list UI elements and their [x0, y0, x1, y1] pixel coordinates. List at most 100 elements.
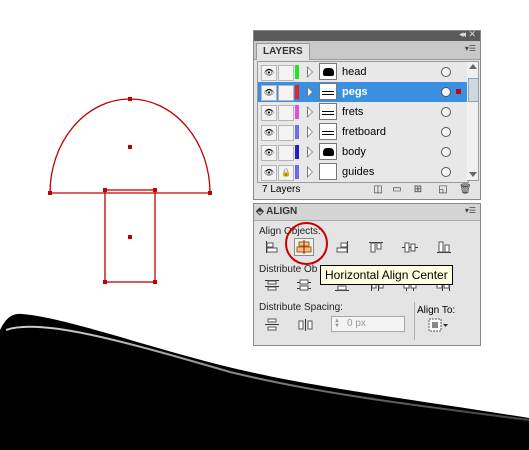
- selection-indicator[interactable]: [456, 89, 461, 94]
- visibility-eye-icon[interactable]: 👁: [261, 105, 277, 121]
- lock-toggle-icon[interactable]: [278, 65, 294, 81]
- layer-list: 👁 head 👁 pegs 👁 frets 👁 fretboard 👁 body 👁 🔒 guides: [257, 61, 469, 183]
- scroll-down-icon[interactable]: [469, 172, 477, 177]
- target-circle-icon[interactable]: [441, 167, 451, 177]
- vertical-distribute-center-button[interactable]: [294, 276, 314, 294]
- visibility-eye-icon[interactable]: 👁: [261, 125, 277, 141]
- distribute-spacing-label: Distribute Spacing:: [259, 302, 343, 313]
- panel-grip[interactable]: ◂◂ ✕: [254, 29, 480, 41]
- lock-toggle-icon[interactable]: 🔒: [278, 165, 294, 181]
- layer-name: fretboard: [342, 126, 387, 138]
- layer-thumbnail: [319, 83, 337, 100]
- new-sublayer-icon[interactable]: ⊞: [412, 184, 424, 196]
- visibility-eye-icon[interactable]: 👁: [261, 85, 277, 101]
- target-circle-icon[interactable]: [441, 107, 451, 117]
- layer-row-guides[interactable]: 👁 🔒 guides: [258, 162, 468, 182]
- layers-panel: ◂◂ ✕ LAYERS ▾☰ 👁 head 👁 pegs 👁 frets 👁 fretboar…: [253, 29, 481, 200]
- vertical-distribute-space-button[interactable]: [262, 316, 282, 334]
- vertical-align-center-button[interactable]: [400, 238, 420, 256]
- scroll-up-icon[interactable]: [469, 64, 477, 69]
- expand-triangle-icon[interactable]: [307, 166, 313, 178]
- layer-color-chip: [295, 85, 299, 99]
- tab-align[interactable]: ⬘ ALIGN: [256, 205, 297, 219]
- scroll-thumb[interactable]: [468, 78, 479, 102]
- highlight-ring: [285, 222, 328, 265]
- expand-triangle-icon[interactable]: [307, 146, 313, 158]
- horizontal-space-icon: [298, 319, 313, 331]
- distribute-middle-icon: [297, 279, 311, 291]
- clipping-mask-icon[interactable]: ▭: [391, 184, 403, 196]
- expand-triangle-icon[interactable]: [307, 86, 313, 98]
- vertical-space-icon: [265, 318, 279, 331]
- spacing-input[interactable]: ▲ ▼ 0 px: [331, 316, 405, 332]
- lock-toggle-icon[interactable]: [278, 125, 294, 141]
- distribute-top-icon: [265, 280, 279, 291]
- layer-color-chip: [295, 145, 299, 159]
- align-tabbar: ⬘ ALIGN ▾☰: [254, 204, 480, 221]
- expand-triangle-icon[interactable]: [307, 66, 313, 78]
- spinner-arrows-icon[interactable]: ▲ ▼: [334, 318, 342, 329]
- target-circle-icon[interactable]: [441, 87, 451, 97]
- layer-color-chip: [295, 105, 299, 119]
- layer-name: pegs: [342, 86, 368, 98]
- horizontal-align-right-button[interactable]: [332, 238, 352, 256]
- align-to-selection-icon: [428, 318, 448, 332]
- layer-thumbnail: [319, 163, 337, 180]
- layer-color-chip: [295, 165, 299, 179]
- trash-icon[interactable]: 🗑: [459, 184, 472, 196]
- vertical-align-top-button[interactable]: [366, 238, 386, 256]
- lock-toggle-icon[interactable]: [278, 145, 294, 161]
- align-bottom-icon: [437, 241, 451, 253]
- panel-menu-icon[interactable]: ▾☰: [465, 44, 476, 53]
- layer-thumbnail: [319, 123, 337, 140]
- layer-row-fretboard[interactable]: 👁 fretboard: [258, 122, 468, 143]
- layer-count: 7 Layers: [262, 184, 301, 195]
- align-middle-icon: [402, 242, 418, 253]
- layers-scrollbar[interactable]: [467, 61, 479, 181]
- align-menu-icon[interactable]: ▾☰: [465, 206, 476, 215]
- new-layer-icon[interactable]: ◱: [437, 184, 449, 196]
- align-to-dropdown[interactable]: [428, 318, 450, 334]
- spacing-value: 0 px: [347, 318, 366, 329]
- layer-row-frets[interactable]: 👁 frets: [258, 102, 468, 123]
- tab-align-label: ALIGN: [266, 206, 298, 217]
- align-left-icon: [266, 241, 278, 253]
- expand-triangle-icon[interactable]: [307, 106, 313, 118]
- layers-footer: 7 Layers ◫ ▭ ⊞ ◱ 🗑: [254, 183, 480, 199]
- distribute-objects-label: Distribute Ob: [259, 264, 318, 275]
- layer-row-head[interactable]: 👁 head: [258, 62, 468, 83]
- layer-color-chip: [295, 65, 299, 79]
- layer-thumbnail: [319, 143, 337, 160]
- horizontal-align-left-button[interactable]: [262, 238, 282, 256]
- align-to-label: Align To:: [417, 305, 456, 316]
- vertical-distribute-top-button[interactable]: [262, 276, 282, 294]
- layer-thumbnail: [319, 63, 337, 80]
- visibility-eye-icon[interactable]: 👁: [261, 165, 277, 181]
- divider: [414, 302, 415, 340]
- visibility-eye-icon[interactable]: 👁: [261, 145, 277, 161]
- target-circle-icon[interactable]: [441, 147, 451, 157]
- expand-triangle-icon[interactable]: [307, 126, 313, 138]
- horizontal-distribute-space-button[interactable]: [296, 316, 316, 334]
- layer-thumbnail: [319, 103, 337, 120]
- collapse-icon[interactable]: ◂◂: [459, 29, 466, 40]
- lock-toggle-icon[interactable]: [278, 85, 294, 101]
- align-top-icon: [369, 242, 383, 253]
- visibility-eye-icon[interactable]: 👁: [261, 65, 277, 81]
- layer-color-chip: [295, 125, 299, 139]
- target-circle-icon[interactable]: [441, 67, 451, 77]
- vertical-align-bottom-button[interactable]: [434, 238, 454, 256]
- tooltip: Horizontal Align Center: [320, 265, 453, 285]
- locate-object-icon[interactable]: ◫: [372, 184, 384, 196]
- tab-layers[interactable]: LAYERS: [256, 43, 310, 60]
- layer-row-body[interactable]: 👁 body: [258, 142, 468, 163]
- lock-toggle-icon[interactable]: [278, 105, 294, 121]
- layer-row-pegs[interactable]: 👁 pegs: [258, 82, 468, 103]
- align-right-icon: [336, 241, 348, 253]
- close-icon[interactable]: ✕: [468, 29, 476, 40]
- target-circle-icon[interactable]: [441, 127, 451, 137]
- layer-name: body: [342, 146, 366, 158]
- layer-name: guides: [342, 166, 375, 178]
- layer-name: frets: [342, 106, 364, 118]
- layers-tabbar: LAYERS ▾☰: [254, 41, 480, 60]
